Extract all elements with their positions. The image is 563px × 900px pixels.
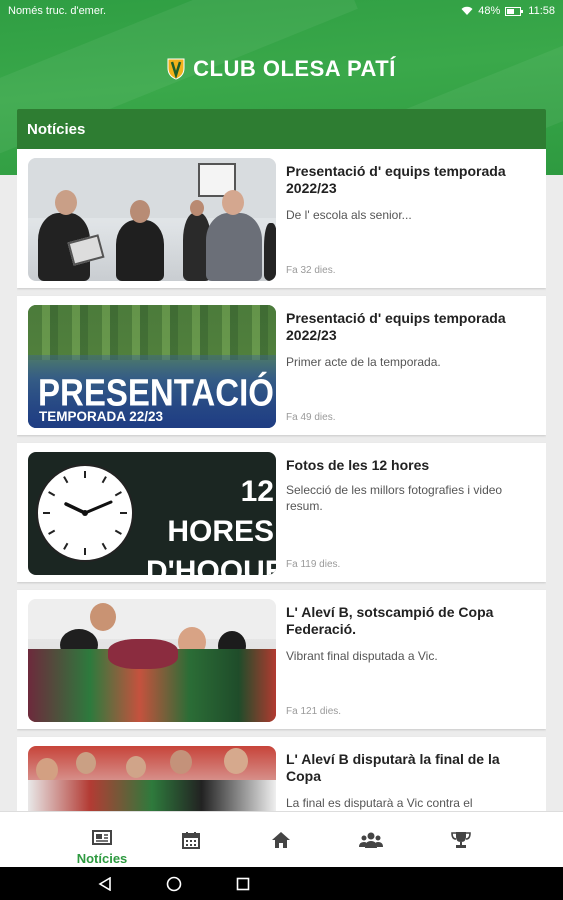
status-carrier: Només truc. d'emer. bbox=[8, 5, 107, 17]
nav-home[interactable] bbox=[236, 812, 326, 868]
nav-news-label: Notícies bbox=[76, 851, 128, 866]
system-navigation-bar bbox=[0, 867, 563, 900]
news-card[interactable]: L' Aleví B, sotscampió de Copa Federació… bbox=[17, 590, 546, 729]
nav-trophy[interactable] bbox=[416, 812, 506, 868]
news-subtitle: Selecció de les millors fotografies i vi… bbox=[286, 483, 503, 513]
nav-team[interactable] bbox=[326, 812, 416, 868]
news-list[interactable]: Presentació d' equips temporada 2022/23 … bbox=[17, 149, 546, 811]
news-subtitle: De l' escola als senior... bbox=[286, 208, 412, 222]
image-line-1: 12 HORES bbox=[167, 475, 274, 548]
news-time: Fa 119 dies. bbox=[286, 559, 341, 570]
news-thumbnail bbox=[28, 746, 276, 811]
team-icon bbox=[359, 832, 383, 848]
bottom-navigation: Notícies bbox=[0, 811, 563, 868]
home-icon bbox=[272, 832, 290, 848]
nav-calendar[interactable] bbox=[146, 812, 236, 868]
news-thumbnail: PRESENTACIÓ TEMPORADA 22/23 bbox=[28, 305, 276, 428]
trophy-icon bbox=[451, 832, 471, 848]
recents-icon[interactable] bbox=[236, 877, 250, 891]
news-thumbnail bbox=[28, 158, 276, 281]
app-title: CLUB OLESA PATÍ bbox=[0, 56, 563, 82]
news-title: L' Aleví B, sotscampió de Copa Federació… bbox=[286, 604, 494, 637]
status-time: 11:58 bbox=[528, 5, 555, 17]
battery-percent: 48% bbox=[478, 5, 501, 17]
club-logo-icon bbox=[167, 58, 185, 80]
news-title: Presentació d' equips temporada 2022/23 bbox=[286, 310, 506, 343]
section-title: Notícies bbox=[17, 109, 546, 149]
back-icon[interactable] bbox=[98, 877, 112, 891]
news-icon bbox=[92, 830, 112, 845]
news-subtitle: La final es disputarà a Vic contra el bbox=[286, 796, 473, 810]
news-card[interactable]: L' Aleví B disputarà la final de la Copa… bbox=[17, 737, 546, 811]
news-card[interactable]: 12 HORES D'HOQUEI Fotos de les 12 hores … bbox=[17, 443, 546, 582]
news-title: Fotos de les 12 hores bbox=[286, 457, 430, 473]
image-title-text: 12 HORES D'HOQUEI bbox=[146, 472, 276, 575]
news-time: Fa 49 dies. bbox=[286, 412, 336, 423]
news-time: Fa 32 dies. bbox=[286, 265, 336, 276]
news-thumbnail: 12 HORES D'HOQUEI bbox=[28, 452, 276, 575]
battery-icon bbox=[505, 6, 524, 16]
nav-news[interactable]: Notícies bbox=[57, 812, 147, 868]
home-circle-icon[interactable] bbox=[166, 876, 182, 892]
wifi-icon bbox=[461, 6, 473, 15]
news-thumbnail bbox=[28, 599, 276, 722]
news-card[interactable]: PRESENTACIÓ TEMPORADA 22/23 Presentació … bbox=[17, 296, 546, 435]
image-subtitle-text: TEMPORADA 22/23 bbox=[39, 409, 164, 424]
news-card[interactable]: Presentació d' equips temporada 2022/23 … bbox=[17, 149, 546, 288]
news-subtitle: Primer acte de la temporada. bbox=[286, 355, 441, 369]
news-title: L' Aleví B disputarà la final de la Copa bbox=[286, 751, 500, 784]
news-subtitle: Vibrant final disputada a Vic. bbox=[286, 649, 438, 663]
image-line-2: D'HOQUEI bbox=[146, 555, 276, 575]
clock-icon bbox=[36, 464, 134, 562]
news-title: Presentació d' equips temporada 2022/23 bbox=[286, 163, 506, 196]
status-indicators: 48% 11:58 bbox=[461, 5, 555, 17]
app-title-text: CLUB OLESA PATÍ bbox=[193, 56, 396, 81]
calendar-icon bbox=[182, 832, 200, 849]
status-bar: Només truc. d'emer. 48% 11:58 bbox=[0, 0, 563, 22]
news-time: Fa 121 dies. bbox=[286, 706, 342, 717]
